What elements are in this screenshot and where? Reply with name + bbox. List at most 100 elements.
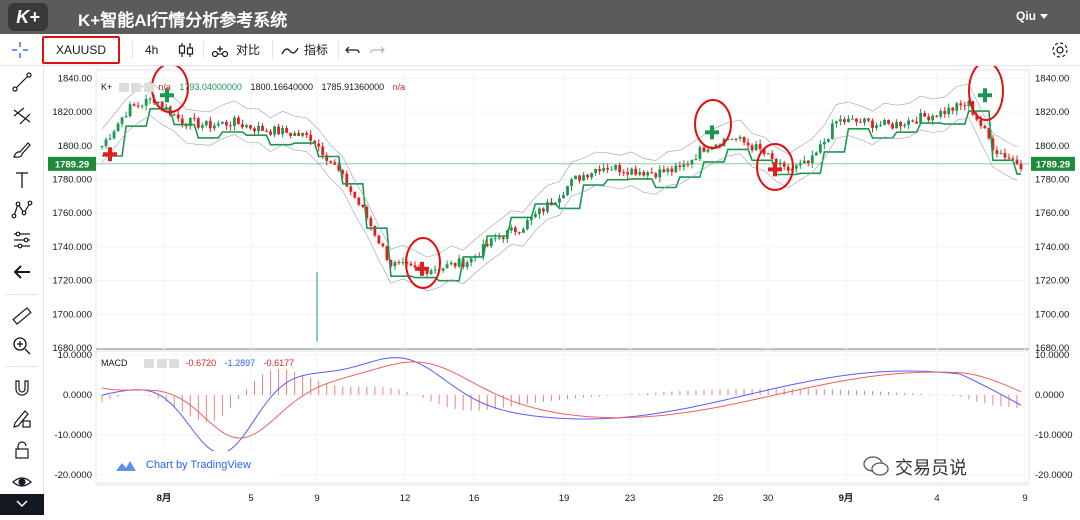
candle-body bbox=[586, 174, 589, 178]
candle-body bbox=[618, 164, 622, 173]
fib-tool-icon[interactable] bbox=[10, 104, 34, 128]
interval-button[interactable]: 4h bbox=[145, 34, 158, 66]
macd-close-icon[interactable] bbox=[169, 359, 180, 369]
macd-settings-icon[interactable] bbox=[144, 359, 155, 369]
candle-body bbox=[393, 262, 397, 267]
trend-line-icon[interactable] bbox=[10, 70, 34, 94]
candle-style-icon[interactable] bbox=[176, 34, 196, 66]
magnet-icon[interactable] bbox=[10, 376, 34, 400]
candle-body bbox=[538, 208, 541, 214]
prediction-tool-icon[interactable] bbox=[10, 228, 34, 252]
candle-body bbox=[321, 146, 325, 156]
legend-settings-icon[interactable] bbox=[118, 83, 129, 93]
candle-body bbox=[666, 168, 670, 172]
candle-body bbox=[108, 138, 112, 140]
candle-body bbox=[702, 147, 706, 152]
ruler-icon[interactable] bbox=[10, 304, 34, 328]
candle-body bbox=[361, 204, 365, 208]
candle-body bbox=[566, 185, 569, 196]
macd-value-1: -0.6720 bbox=[185, 358, 217, 368]
candle-body bbox=[574, 175, 577, 180]
time-axis-label: 23 bbox=[625, 493, 636, 504]
candle-body bbox=[120, 117, 124, 124]
candle-body bbox=[734, 138, 738, 140]
tradingview-label[interactable]: Chart by TradingView bbox=[146, 459, 251, 471]
redo-icon[interactable] bbox=[368, 34, 386, 66]
candle-body bbox=[245, 125, 248, 128]
indicators-button[interactable]: 指标 bbox=[304, 34, 328, 66]
price-axis-label-right: 1800.00 bbox=[1035, 141, 1069, 152]
symbol-search-button[interactable]: XAUUSD bbox=[42, 36, 120, 64]
undo-icon[interactable] bbox=[344, 34, 362, 66]
brush-icon[interactable] bbox=[10, 138, 34, 162]
candle-body bbox=[590, 173, 593, 178]
user-menu[interactable]: Qiu bbox=[1016, 9, 1036, 23]
candle-body bbox=[694, 159, 698, 161]
back-arrow-icon[interactable] bbox=[10, 260, 34, 284]
candle-body bbox=[867, 118, 870, 121]
time-axis-label: 12 bbox=[400, 493, 411, 504]
candle-body bbox=[911, 120, 915, 122]
candle-body bbox=[855, 118, 858, 122]
candle-body bbox=[843, 119, 846, 123]
price-axis-label-right: 1720.00 bbox=[1035, 276, 1069, 287]
macd-axis-label-right: -20.0000 bbox=[1035, 470, 1073, 481]
time-axis-label: 8月 bbox=[157, 493, 172, 504]
candle-body bbox=[706, 149, 710, 152]
candle-body bbox=[241, 124, 244, 128]
crosshair-icon[interactable] bbox=[8, 34, 36, 66]
candle-body bbox=[830, 123, 834, 140]
text-tool-icon[interactable] bbox=[10, 168, 34, 192]
macd-hide-icon[interactable] bbox=[156, 359, 167, 369]
compare-button[interactable]: 对比 bbox=[236, 34, 260, 66]
zoom-icon[interactable] bbox=[10, 334, 34, 358]
candle-body bbox=[277, 126, 280, 135]
candle-body bbox=[682, 164, 686, 168]
candle-body bbox=[598, 168, 602, 172]
candle-body bbox=[457, 258, 461, 267]
indicators-icon[interactable] bbox=[280, 34, 300, 66]
price-axis-label-left: 1780.000 bbox=[52, 175, 92, 186]
legend-hide-icon[interactable] bbox=[131, 83, 142, 93]
candle-body bbox=[863, 118, 866, 123]
macd-axis-label-left: -10.0000 bbox=[54, 430, 92, 441]
candle-body bbox=[449, 262, 453, 265]
candle-body bbox=[192, 117, 196, 119]
candle-body bbox=[204, 120, 208, 126]
price-axis-label-right: 1780.00 bbox=[1035, 175, 1069, 186]
candle-body bbox=[521, 229, 525, 233]
candle-body bbox=[626, 172, 630, 175]
candle-body bbox=[847, 118, 850, 123]
macd-axis-label-right: 0.0000 bbox=[1035, 390, 1064, 401]
candle-body bbox=[200, 125, 204, 128]
legend-value-2: 1800.16640000 bbox=[250, 82, 314, 92]
candle-body bbox=[887, 119, 890, 124]
candle-body bbox=[983, 125, 987, 129]
candle-body bbox=[1007, 157, 1011, 159]
signal-sell-v bbox=[108, 147, 112, 162]
candle-body bbox=[979, 119, 983, 126]
lock-icon[interactable] bbox=[10, 438, 34, 462]
current-price-label-right: 1789.29 bbox=[1036, 159, 1070, 170]
chevron-down-icon[interactable] bbox=[1040, 14, 1048, 19]
time-axis-label: 9 bbox=[314, 493, 319, 504]
legend-close-icon[interactable] bbox=[143, 83, 154, 93]
settings-gear-icon[interactable] bbox=[1048, 34, 1072, 66]
tradingview-badge[interactable]: Chart by TradingView bbox=[108, 451, 278, 481]
pattern-tool-icon[interactable] bbox=[10, 198, 34, 222]
candle-body bbox=[907, 120, 911, 125]
macd-axis-label-left: 10.0000 bbox=[58, 350, 92, 361]
collapse-panel-button[interactable] bbox=[0, 494, 44, 515]
candle-body bbox=[493, 238, 497, 240]
drawing-toolbar bbox=[0, 66, 44, 515]
candle-body bbox=[750, 145, 754, 151]
candle-body bbox=[136, 105, 140, 107]
candle-body bbox=[349, 186, 353, 192]
lock-pencil-icon[interactable] bbox=[10, 406, 34, 430]
app-title: K+智能AI行情分析参考系统 bbox=[78, 11, 288, 30]
price-chart[interactable]: 1840.00 1840.00 1820.000 1820.00 1800.00 1800… bbox=[44, 66, 1080, 515]
eye-icon[interactable] bbox=[10, 470, 34, 494]
candle-body bbox=[233, 117, 236, 126]
compare-icon[interactable] bbox=[210, 34, 230, 66]
macd-axis-label-right: -10.0000 bbox=[1035, 430, 1073, 441]
